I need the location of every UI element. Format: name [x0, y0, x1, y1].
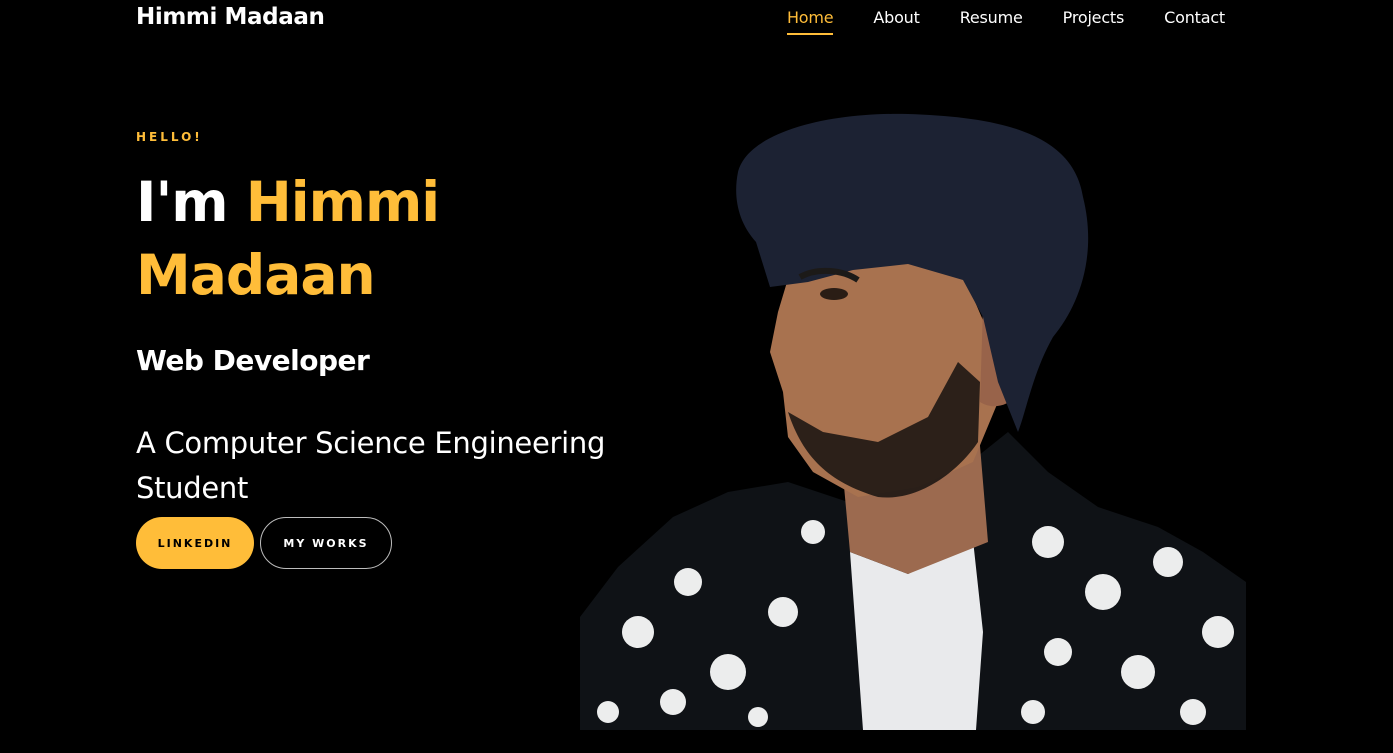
hero-title: I'm Himmi Madaan [136, 166, 596, 312]
my-works-button[interactable]: MY WORKS [260, 517, 392, 569]
hero-greeting: HELLO! [136, 130, 203, 144]
nav-resume[interactable]: Resume [960, 8, 1023, 35]
linkedin-button[interactable]: LINKEDIN [136, 517, 254, 569]
profile-photo [580, 113, 1246, 730]
nav-home[interactable]: Home [786, 8, 834, 35]
site-header: Himmi Madaan Home About Resume Projects … [0, 0, 1393, 40]
page: Himmi Madaan Home About Resume Projects … [0, 0, 1393, 753]
nav-projects[interactable]: Projects [1063, 8, 1125, 35]
hero-title-prefix: I'm [136, 170, 246, 234]
eye-shape [820, 288, 848, 300]
main-nav: Home About Resume Projects Contact [786, 8, 1225, 35]
nav-about[interactable]: About [873, 8, 920, 35]
nav-contact[interactable]: Contact [1164, 8, 1225, 35]
hero-role: Web Developer [136, 344, 370, 377]
brand-logo[interactable]: Himmi Madaan [136, 4, 325, 30]
